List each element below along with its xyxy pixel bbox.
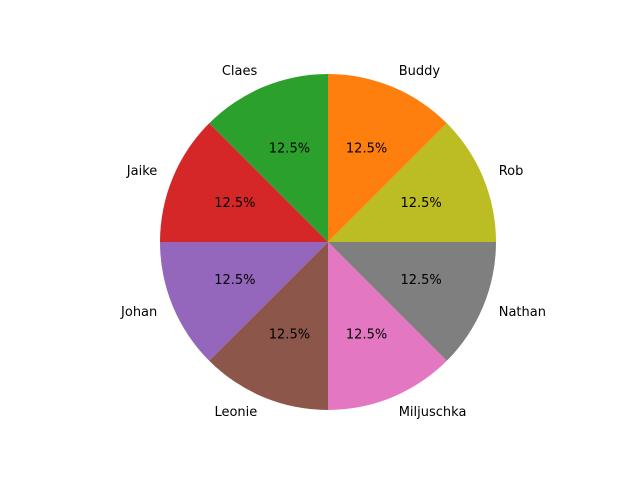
category-label-leonie: Leonie <box>214 405 257 420</box>
percent-label-rob: 12.5% <box>400 196 441 211</box>
category-label-buddy: Buddy <box>399 64 441 79</box>
category-label-miljuschka: Miljuschka <box>399 405 467 420</box>
pie-chart: 12.5% 12.5% 12.5% 12.5% 12.5% 12.5% 12.5% 12.5%… <box>120 64 546 420</box>
percent-label-johan: 12.5% <box>214 273 255 288</box>
percent-label-nathan: 12.5% <box>400 273 441 288</box>
category-label-nathan: Nathan <box>499 305 546 320</box>
category-label-claes: Claes <box>222 64 258 79</box>
percent-label-jaike: 12.5% <box>214 196 255 211</box>
category-label-rob: Rob <box>499 164 524 179</box>
category-label-jaike: Jaike <box>126 164 157 179</box>
percent-label-buddy: 12.5% <box>346 141 387 156</box>
percent-label-leonie: 12.5% <box>269 328 310 343</box>
percent-label-claes: 12.5% <box>269 141 310 156</box>
category-label-johan: Johan <box>120 305 157 320</box>
percent-label-miljuschka: 12.5% <box>346 328 387 343</box>
pie-slices <box>160 74 496 411</box>
